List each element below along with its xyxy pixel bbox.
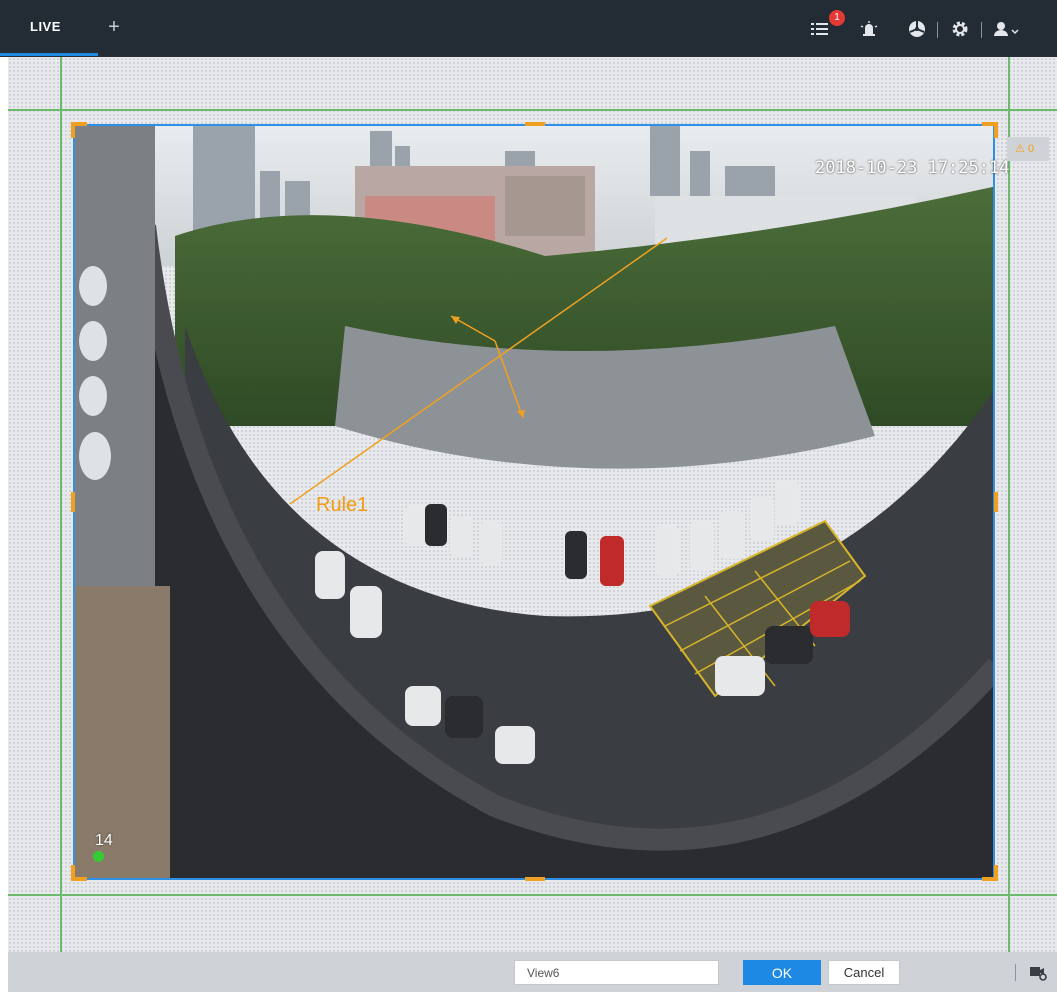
top-navigation-bar: LIVE + 1: [0, 0, 1057, 57]
warning-icon: ⚠: [1015, 143, 1025, 155]
event-list-icon[interactable]: [809, 18, 831, 40]
resize-handle-edge[interactable]: [525, 122, 545, 126]
ok-button[interactable]: OK: [743, 960, 821, 985]
tab-live[interactable]: LIVE: [30, 0, 61, 57]
guide-line-vertical: [1008, 57, 1010, 952]
alarm-count-chip[interactable]: ⚠ 0: [1007, 137, 1049, 161]
video-window[interactable]: [73, 124, 995, 880]
resize-handle-corner[interactable]: [71, 122, 75, 138]
resize-handle-corner[interactable]: [994, 865, 998, 881]
view-name-input[interactable]: [514, 960, 719, 985]
alarm-count: 0: [1027, 143, 1035, 155]
guide-line-horizontal: [8, 109, 1057, 111]
user-icon[interactable]: [992, 18, 1022, 40]
resize-handle-edge[interactable]: [994, 492, 998, 512]
fan-icon[interactable]: [906, 18, 928, 40]
notification-badge: 1: [829, 10, 845, 26]
alarm-light-icon[interactable]: [858, 18, 880, 40]
resize-handle-corner[interactable]: [994, 122, 998, 138]
channel-status-dot: [93, 851, 104, 862]
gear-icon[interactable]: [949, 18, 971, 40]
guide-line-vertical: [60, 57, 62, 952]
resize-handle-corner[interactable]: [71, 865, 75, 881]
rule-label: Rule1: [316, 494, 369, 516]
window-settings-icon[interactable]: [1028, 962, 1048, 982]
resize-handle-edge[interactable]: [525, 877, 545, 881]
resize-handle-edge[interactable]: [71, 492, 75, 512]
toolbar-divider: [1015, 964, 1016, 981]
active-tab-indicator: [0, 53, 98, 56]
add-tab-button[interactable]: +: [104, 15, 124, 39]
osd-timestamp: 2018-10-23 17:25:14: [815, 158, 1010, 178]
channel-number: 14: [95, 832, 113, 849]
camera-fisheye-view: [75, 126, 993, 878]
topbar-divider: [937, 22, 938, 38]
cancel-button[interactable]: Cancel: [828, 960, 900, 985]
guide-line-horizontal: [8, 894, 1057, 896]
topbar-divider: [981, 22, 982, 38]
